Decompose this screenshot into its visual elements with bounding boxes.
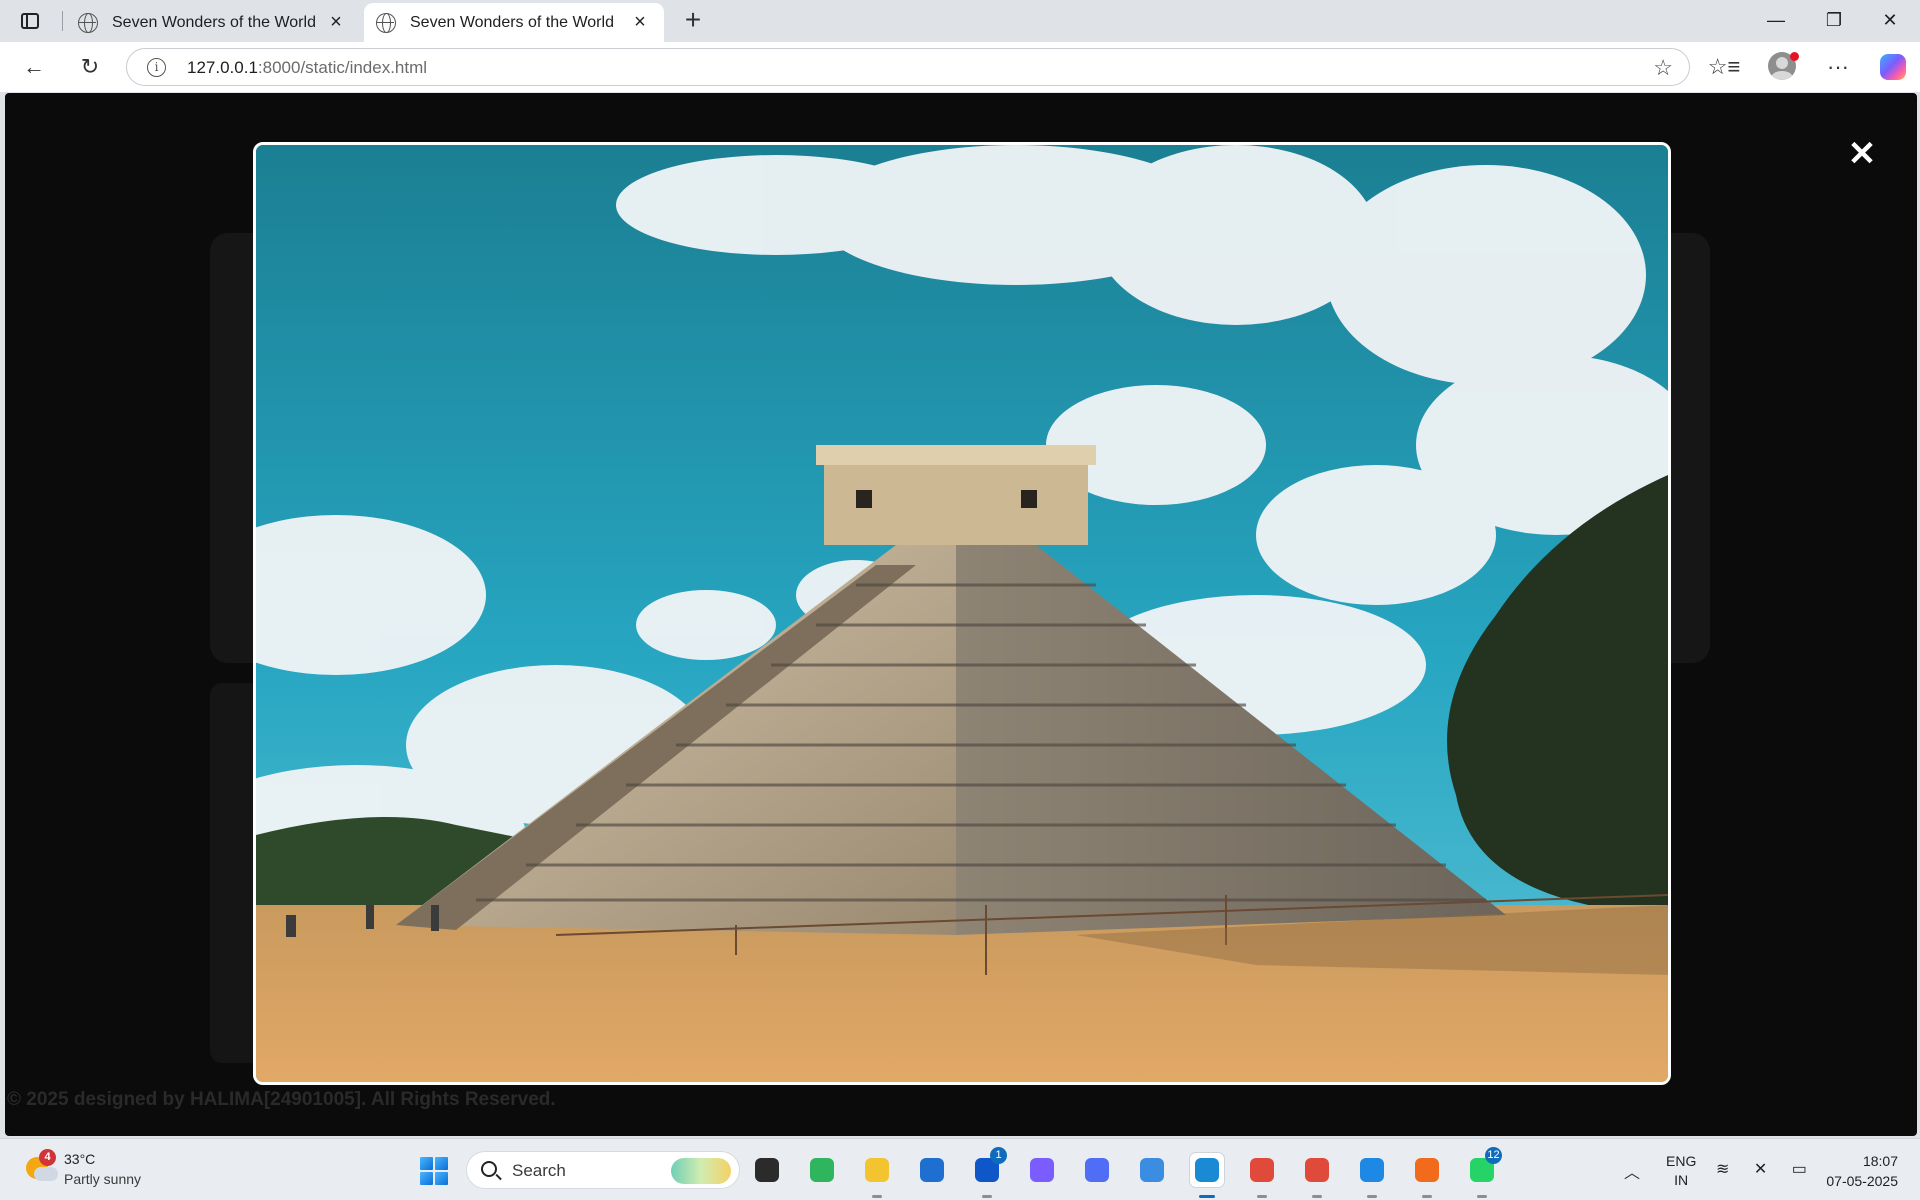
copilot-ring-icon[interactable] bbox=[805, 1153, 839, 1187]
tab-active[interactable]: Seven Wonders of the World × bbox=[364, 3, 664, 42]
app-badge: 1 bbox=[990, 1147, 1007, 1164]
restore-button[interactable]: ❐ bbox=[1806, 0, 1862, 42]
page-footer: © 2025 designed by HALIMA[24901005]. All… bbox=[7, 1089, 556, 1110]
task-view-icon[interactable] bbox=[750, 1153, 784, 1187]
vscode-icon[interactable] bbox=[1355, 1153, 1389, 1187]
search-highlight-icon bbox=[671, 1158, 731, 1184]
arc-app-icon[interactable] bbox=[1080, 1153, 1114, 1187]
running-indicator bbox=[1422, 1195, 1432, 1198]
new-tab-button[interactable]: + bbox=[677, 5, 709, 37]
tab-actions-icon[interactable] bbox=[14, 9, 46, 33]
weather-badge: 4 bbox=[39, 1149, 56, 1166]
running-indicator bbox=[1257, 1195, 1267, 1198]
tab-inactive[interactable]: Seven Wonders of the World × bbox=[66, 3, 360, 42]
running-indicator bbox=[1199, 1195, 1215, 1198]
microsoft-store-icon[interactable] bbox=[915, 1153, 949, 1187]
tab-title: Seven Wonders of the World bbox=[410, 13, 614, 31]
edge-icon[interactable] bbox=[1190, 1153, 1224, 1187]
weather-description[interactable]: Partly sunny bbox=[64, 1171, 141, 1187]
tab-title: Seven Wonders of the World bbox=[112, 13, 316, 31]
running-indicator bbox=[1477, 1195, 1487, 1198]
windows-taskbar: 4 33°C Partly sunny Search 1 12 ︿ ENG IN ≋… bbox=[0, 1138, 1920, 1200]
snipping-tool-icon[interactable] bbox=[1135, 1153, 1169, 1187]
lightbox-close-button[interactable]: ✕ bbox=[1845, 137, 1879, 171]
copilot-icon[interactable] bbox=[1025, 1153, 1059, 1187]
start-button-icon[interactable] bbox=[420, 1157, 448, 1185]
running-indicator bbox=[1367, 1195, 1377, 1198]
site-info-icon[interactable]: i bbox=[147, 58, 166, 77]
favorite-star-icon[interactable]: ☆ bbox=[1653, 55, 1673, 81]
tab-separator bbox=[62, 11, 63, 31]
search-label: Search bbox=[512, 1161, 566, 1180]
favorites-list-icon[interactable]: ☆≡ bbox=[1706, 50, 1742, 84]
running-indicator bbox=[872, 1195, 882, 1198]
url-text[interactable]: 127.0.0.1:8000/static/index.html bbox=[187, 58, 427, 78]
notification-dot bbox=[1790, 52, 1799, 61]
pyramid-photo bbox=[256, 145, 1668, 1082]
copilot-icon[interactable] bbox=[1880, 54, 1906, 80]
system-tray-icons[interactable]: ≋ ✕ ▭ bbox=[1716, 1159, 1817, 1179]
chrome-icon[interactable] bbox=[1245, 1153, 1279, 1187]
refresh-icon[interactable]: ↻ bbox=[72, 50, 108, 84]
search-icon bbox=[481, 1161, 497, 1177]
app-badge: 12 bbox=[1485, 1147, 1502, 1164]
clock[interactable]: 18:07 07-05-2025 bbox=[1818, 1151, 1898, 1191]
weather-temperature[interactable]: 33°C bbox=[64, 1151, 95, 1167]
minimize-button[interactable]: — bbox=[1748, 0, 1804, 42]
more-menu-icon[interactable]: ··· bbox=[1820, 50, 1856, 84]
browser-toolbar: ← ↻ i 127.0.0.1:8000/static/index.html ☆… bbox=[0, 42, 1920, 92]
show-hidden-icons[interactable]: ︿ bbox=[1624, 1159, 1640, 1183]
globe-icon bbox=[376, 12, 396, 33]
close-window-button[interactable]: ✕ bbox=[1862, 0, 1918, 42]
browser-tab-strip: Seven Wonders of the World × Seven Wonde… bbox=[0, 0, 1920, 42]
taskbar-search[interactable]: Search bbox=[466, 1151, 740, 1189]
file-explorer-icon[interactable] bbox=[860, 1153, 894, 1187]
input-language[interactable]: ENG IN bbox=[1666, 1152, 1696, 1190]
fiis-app-icon[interactable] bbox=[1410, 1153, 1444, 1187]
globe-icon bbox=[78, 12, 98, 33]
chrome-2-icon[interactable] bbox=[1300, 1153, 1334, 1187]
running-indicator bbox=[982, 1195, 992, 1198]
lightbox-image[interactable] bbox=[253, 142, 1671, 1085]
running-indicator bbox=[1312, 1195, 1322, 1198]
page-viewport: © 2025 designed by HALIMA[24901005]. All… bbox=[5, 93, 1917, 1136]
back-arrow-icon[interactable]: ← bbox=[16, 50, 52, 84]
tab-close-icon[interactable]: × bbox=[630, 12, 650, 33]
address-bar[interactable]: i 127.0.0.1:8000/static/index.html ☆ bbox=[126, 48, 1690, 86]
tab-close-icon[interactable]: × bbox=[326, 12, 346, 33]
